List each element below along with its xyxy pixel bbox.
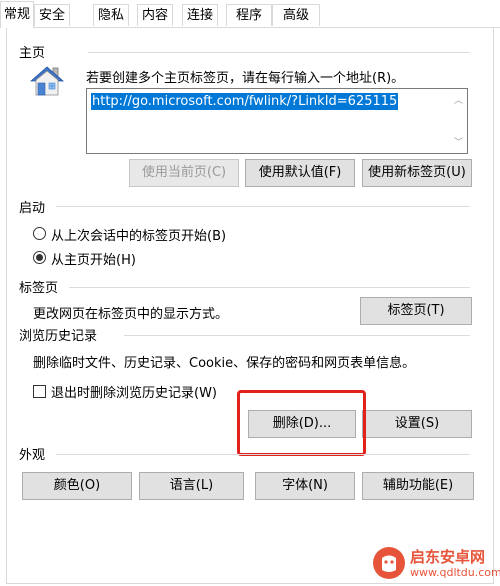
history-separator — [124, 335, 470, 336]
appearance-separator — [56, 454, 470, 455]
tabs-settings-button[interactable]: 标签页(T) — [360, 297, 472, 325]
history-settings-button[interactable]: 设置(S) — [362, 410, 472, 438]
accessibility-button[interactable]: 辅助功能(E) — [362, 472, 474, 500]
tab-privacy[interactable]: 隐私 — [93, 4, 129, 26]
tabs-description: 更改网页在标签页中的显示方式。 — [33, 307, 229, 322]
scroll-down-icon[interactable]: ﹀ — [454, 135, 463, 148]
startup-separator — [56, 206, 470, 207]
textarea-scrollbar[interactable]: ︿ ﹀ — [450, 89, 467, 153]
use-current-button[interactable]: 使用当前页(C) — [129, 159, 239, 187]
watermark-logo-icon — [373, 547, 405, 579]
tabs-separator — [69, 287, 470, 288]
startup-homepage-label[interactable]: 从主页开始(H) — [51, 249, 136, 268]
languages-button[interactable]: 语言(L) — [139, 472, 244, 500]
home-icon — [28, 64, 66, 98]
history-group-title: 浏览历史记录 — [19, 325, 98, 344]
tab-programs[interactable]: 程序 — [226, 4, 272, 26]
tab-connections[interactable]: 连接 — [182, 4, 218, 26]
highlight-box — [237, 390, 366, 456]
tab-advanced[interactable]: 高级 — [272, 4, 320, 26]
appearance-group-title: 外观 — [19, 444, 46, 463]
tab-general[interactable]: 常规 — [0, 1, 34, 28]
use-new-tab-button[interactable]: 使用新标签页(U) — [362, 159, 472, 187]
startup-last-session-label[interactable]: 从上次会话中的标签页开始(B) — [51, 225, 226, 244]
homepage-group-title: 主页 — [19, 42, 46, 61]
watermark-url: www.qdltdu.com — [410, 566, 500, 579]
startup-homepage-radio[interactable] — [33, 251, 46, 264]
delete-on-exit-label[interactable]: 退出时删除浏览历史记录(W) — [51, 382, 217, 401]
tab-content[interactable]: 内容 — [137, 4, 173, 26]
watermark-brand: 启东安卓网 — [410, 548, 486, 566]
startup-group-title: 启动 — [19, 197, 46, 216]
tabs-group-title: 标签页 — [19, 277, 59, 296]
homepage-url-textarea[interactable]: http://go.microsoft.com/fwlink/?LinkId=6… — [86, 88, 468, 154]
homepage-instruction: 若要创建多个主页标签页，请在每行输入一个地址(R)。 — [86, 71, 405, 86]
history-description: 删除临时文件、历史记录、Cookie、保存的密码和网页表单信息。 — [33, 356, 416, 371]
startup-last-session-radio[interactable] — [33, 227, 46, 240]
homepage-url-value: http://go.microsoft.com/fwlink/?LinkId=6… — [91, 93, 399, 110]
tab-security[interactable]: 安全 — [34, 4, 70, 26]
fonts-button[interactable]: 字体(N) — [255, 472, 355, 500]
use-default-button[interactable]: 使用默认值(F) — [245, 159, 355, 187]
watermark: 启东安卓网 www.qdltdu.com — [368, 542, 500, 584]
tab-strip: 常规 安全 隐私 内容 连接 程序 高级 — [0, 0, 500, 28]
homepage-separator — [88, 52, 470, 53]
delete-on-exit-checkbox[interactable] — [33, 385, 46, 398]
scroll-up-icon[interactable]: ︿ — [454, 93, 463, 106]
colors-button[interactable]: 颜色(O) — [22, 472, 132, 500]
